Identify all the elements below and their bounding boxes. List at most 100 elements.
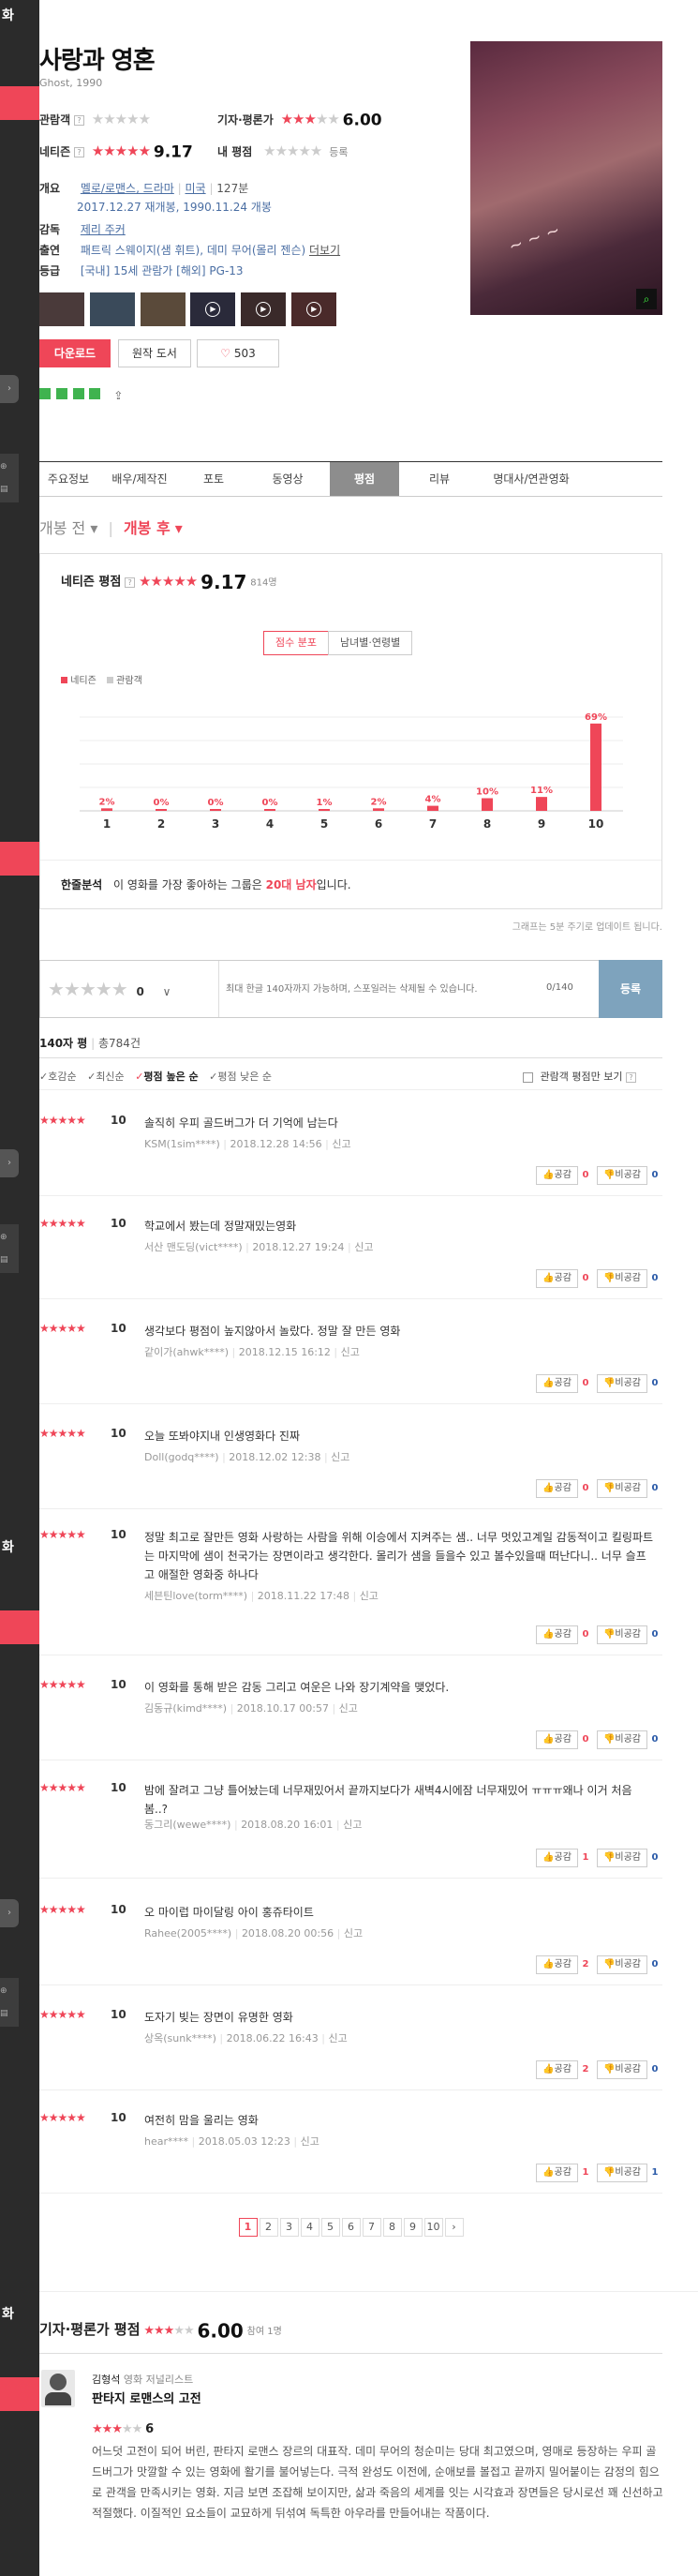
review-user[interactable]: hear**** — [144, 2135, 188, 2148]
report-link[interactable]: 신고 — [341, 1346, 360, 1358]
dislike-vote-button[interactable]: 👎비공감 — [596, 2164, 647, 2182]
like-vote-button[interactable]: 👍공감 — [536, 1374, 578, 1393]
sort-low[interactable]: ✓평점 낮은 순 — [209, 1071, 272, 1083]
like-vote-button[interactable]: 👍공감 — [536, 1269, 578, 1288]
review-user[interactable]: 동그리(wewe****) — [144, 1819, 230, 1831]
like-vote-button[interactable]: 👍공감 — [536, 1479, 578, 1498]
dislike-vote-button[interactable]: 👎비공감 — [596, 1730, 647, 1749]
sidebar-red-block[interactable] — [0, 2377, 39, 2411]
sidebar-arrow-icon[interactable]: › — [0, 1899, 19, 1927]
page-link[interactable]: 1 — [238, 2218, 258, 2237]
share-sns-icon[interactable] — [72, 388, 84, 399]
page-link[interactable]: 9 — [403, 2218, 423, 2237]
score-distribution-button[interactable]: 점수 분포 — [263, 631, 329, 655]
tab-rating[interactable]: 평점 — [330, 462, 399, 496]
chevron-down-icon[interactable]: ∨ — [163, 985, 171, 998]
dislike-vote-button[interactable]: 👎비공감 — [596, 1269, 647, 1288]
review-user[interactable]: 세븐틴love(torm****) — [144, 1590, 247, 1602]
sidebar-small-icon[interactable]: ▤ — [0, 2000, 19, 2027]
page-link[interactable]: 7 — [362, 2218, 381, 2237]
dislike-vote-button[interactable]: 👎비공감 — [596, 1625, 647, 1644]
tab-quotes-related[interactable]: 명대사/연관영화 — [480, 462, 583, 496]
report-link[interactable]: 신고 — [354, 1241, 373, 1253]
page-link[interactable]: 10 — [423, 2218, 443, 2237]
report-link[interactable]: 신고 — [331, 1451, 349, 1463]
audience-only-checkbox[interactable] — [523, 1071, 533, 1083]
review-user[interactable]: 김동규(kimd****) — [144, 1702, 227, 1715]
page-link[interactable]: 8 — [382, 2218, 402, 2237]
video-thumbnail[interactable]: ▶ — [291, 292, 337, 326]
tab-photo[interactable]: 포토 — [185, 462, 243, 496]
sidebar-small-icon[interactable]: ▤ — [0, 476, 19, 502]
sort-latest[interactable]: ✓최신순 — [87, 1071, 125, 1083]
director-link[interactable]: 제리 주커 — [81, 223, 126, 236]
review-text-input[interactable] — [226, 978, 544, 1000]
cast-more-link[interactable]: 더보기 — [309, 244, 340, 257]
review-user[interactable]: KSM(1sim****) — [144, 1138, 220, 1150]
stillcut-thumbnail[interactable] — [89, 292, 135, 326]
help-icon[interactable]: ? — [125, 577, 136, 588]
critic-name[interactable]: 김형석 — [92, 2374, 120, 2386]
help-icon[interactable]: ? — [73, 147, 84, 157]
like-button[interactable]: ♡ 503 — [197, 339, 279, 367]
dislike-vote-button[interactable]: 👎비공감 — [596, 1166, 647, 1185]
review-user[interactable]: 서산 맨도딩(vict****) — [144, 1241, 243, 1253]
like-vote-button[interactable]: 👍공감 — [536, 1625, 578, 1644]
dislike-vote-button[interactable]: 👎비공감 — [596, 1849, 647, 1867]
like-vote-button[interactable]: 👍공감 — [536, 1730, 578, 1749]
video-thumbnail[interactable]: ▶ — [190, 292, 236, 326]
sidebar-red-block[interactable] — [0, 1610, 39, 1644]
like-vote-button[interactable]: 👍공감 — [536, 1166, 578, 1185]
my-rating-stars[interactable]: ★★★★★ — [263, 142, 322, 159]
stillcut-thumbnail[interactable] — [39, 292, 84, 326]
dislike-vote-button[interactable]: 👎비공감 — [596, 1955, 647, 1974]
share-sns-icon[interactable] — [89, 388, 101, 399]
help-icon[interactable]: ? — [73, 115, 84, 126]
tab-main-info[interactable]: 주요정보 — [39, 462, 97, 496]
country-link[interactable]: 미국 — [186, 182, 206, 195]
original-book-button[interactable]: 원작 도서 — [118, 339, 191, 367]
report-link[interactable]: 신고 — [301, 2135, 319, 2148]
help-icon[interactable]: ? — [625, 1071, 636, 1083]
sort-high[interactable]: ✓평점 높은 순 — [135, 1071, 198, 1083]
tab-after-release[interactable]: 개봉 후 — [124, 519, 171, 537]
cast-list[interactable]: 패트릭 스웨이지(샘 휘트), 데미 무어(몰리 젠슨) — [81, 244, 305, 257]
report-link[interactable]: 신고 — [328, 2032, 347, 2044]
next-page-icon[interactable]: › — [444, 2218, 464, 2237]
write-stars-input[interactable]: ★★★★★ — [48, 978, 128, 1000]
page-link[interactable]: 2 — [259, 2218, 278, 2237]
gender-age-button[interactable]: 남녀별·연령별 — [327, 631, 413, 655]
tab-video[interactable]: 동영상 — [250, 462, 325, 496]
sidebar-red-block[interactable] — [0, 842, 39, 876]
dislike-vote-button[interactable]: 👎비공감 — [596, 1479, 647, 1498]
download-button[interactable]: 다운로드 — [39, 339, 111, 367]
stillcut-thumbnail[interactable] — [140, 292, 186, 326]
like-vote-button[interactable]: 👍공감 — [536, 1849, 578, 1867]
dislike-vote-button[interactable]: 👎비공감 — [596, 1374, 647, 1393]
grade-info[interactable]: [국내] 15세 관람가 [해외] PG-13 — [81, 264, 244, 277]
report-link[interactable]: 신고 — [344, 1927, 363, 1939]
like-vote-button[interactable]: 👍공감 — [536, 1955, 578, 1974]
like-vote-button[interactable]: 👍공감 — [536, 2164, 578, 2182]
report-link[interactable]: 신고 — [332, 1138, 350, 1150]
my-rating-register-link[interactable]: 등록 — [329, 146, 348, 158]
share-icon[interactable]: ⇪ — [113, 389, 123, 402]
review-user[interactable]: 상옥(sunk****) — [144, 2032, 216, 2044]
report-link[interactable]: 신고 — [343, 1819, 362, 1831]
movie-poster[interactable]: ~ ~ ~ ⌕ — [470, 41, 662, 315]
review-user[interactable]: Rahee(2005****) — [144, 1927, 231, 1939]
page-link[interactable]: 6 — [341, 2218, 361, 2237]
sidebar-small-icon[interactable]: ▤ — [0, 1247, 19, 1273]
sort-likes[interactable]: ✓호감순 — [39, 1071, 77, 1083]
tab-before-release[interactable]: 개봉 전 — [39, 519, 85, 537]
genre-link[interactable]: 멜로/로맨스, 드라마 — [81, 182, 174, 195]
review-user[interactable]: Doll(godq****) — [144, 1451, 219, 1463]
like-vote-button[interactable]: 👍공감 — [536, 2060, 578, 2079]
tab-review[interactable]: 리뷰 — [405, 462, 474, 496]
sidebar-arrow-icon[interactable]: › — [0, 375, 19, 403]
video-thumbnail[interactable]: ▶ — [241, 292, 287, 326]
page-link[interactable]: 5 — [320, 2218, 340, 2237]
dislike-vote-button[interactable]: 👎비공감 — [596, 2060, 647, 2079]
sidebar-arrow-icon[interactable]: › — [0, 1149, 19, 1177]
submit-review-button[interactable]: 등록 — [599, 960, 662, 1018]
